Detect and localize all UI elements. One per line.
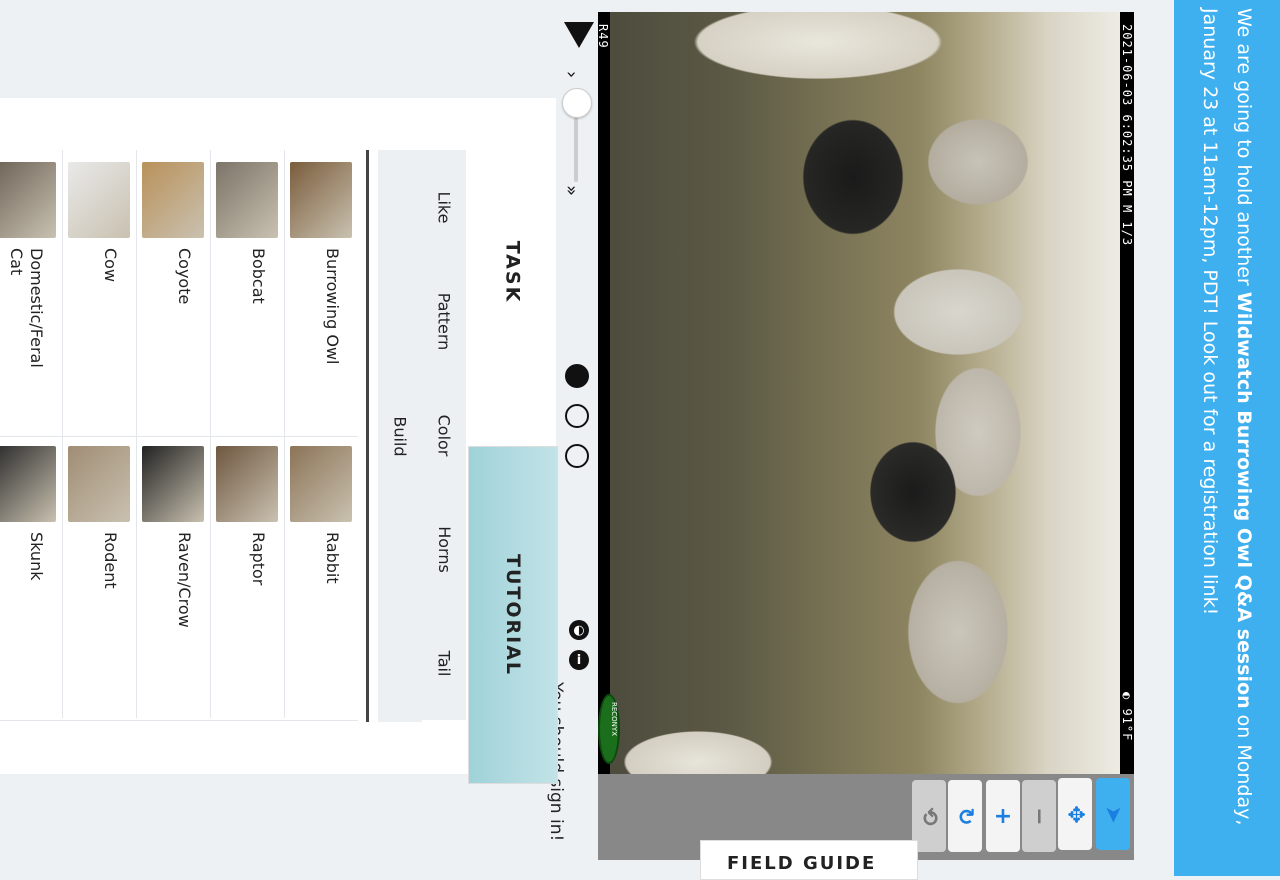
- field-guide-button[interactable]: FIELD GUIDE: [700, 840, 918, 880]
- filter-divider: [366, 150, 369, 722]
- move-button[interactable]: ✥: [1058, 778, 1092, 850]
- filter-tail[interactable]: Tail: [422, 606, 466, 721]
- filter-build[interactable]: Build: [378, 150, 422, 722]
- speed-slider[interactable]: [558, 0, 598, 200]
- choice-label: Burrowing Owl: [323, 248, 342, 365]
- choice-thumbnail: [0, 446, 56, 522]
- image-info-strip-left: [598, 12, 610, 774]
- choice-thumbnail: [68, 162, 130, 238]
- announcement-link-text[interactable]: Wildwatch Burrowing Owl Q&A session: [1233, 292, 1255, 709]
- choice-raptor[interactable]: Raptor: [210, 436, 284, 721]
- zoom-in-button[interactable]: +: [986, 780, 1020, 852]
- choice-coyote[interactable]: Coyote: [136, 152, 210, 437]
- choice-thumbnail: [142, 162, 204, 238]
- tab-tutorial[interactable]: TUTORIAL: [468, 446, 558, 784]
- tab-task-label: TASK: [500, 240, 523, 304]
- choice-label: Rabbit: [323, 532, 342, 584]
- filter-color[interactable]: Color: [422, 378, 466, 493]
- tab-task[interactable]: TASK: [468, 98, 556, 446]
- zoom-out-icon: −: [1026, 806, 1052, 826]
- filter-color-label: Color: [434, 414, 454, 456]
- choice-domestic-feral-cat[interactable]: Domestic/Feral Cat: [0, 152, 62, 437]
- image-temperature: ◐ 91°F: [1120, 692, 1134, 742]
- filter-tail-label: Tail: [434, 650, 454, 676]
- zoom-in-icon: +: [993, 803, 1013, 829]
- choice-bobcat[interactable]: Bobcat: [210, 152, 284, 437]
- choice-label: Skunk: [27, 532, 46, 581]
- filter-like-label: Like: [434, 191, 454, 223]
- choice-thumbnail: [290, 446, 352, 522]
- speed-slider-handle[interactable]: [562, 88, 592, 118]
- choice-label: Raven/Crow: [175, 532, 194, 628]
- choice-thumbnail: [0, 162, 56, 238]
- choice-label: Rodent: [101, 532, 120, 589]
- camera-id: R49: [598, 24, 610, 49]
- frame-dot-2[interactable]: [565, 404, 589, 428]
- pointer-icon: ➤: [1100, 804, 1126, 824]
- choice-raven-crow[interactable]: Raven/Crow: [136, 436, 210, 721]
- pointer-button[interactable]: ➤: [1096, 778, 1130, 850]
- choice-rabbit[interactable]: Rabbit: [284, 436, 358, 721]
- choice-rodent[interactable]: Rodent: [62, 436, 136, 721]
- filter-pattern[interactable]: Pattern: [422, 264, 466, 379]
- choice-thumbnail: [216, 162, 278, 238]
- image-timestamp: 2021-06-03 6:02:35 PM M 1/3: [1120, 24, 1134, 247]
- choice-burrowing-owl[interactable]: Burrowing Owl: [284, 152, 358, 437]
- task-panel: TASK TUTORIAL Like Pattern Color Horns T…: [0, 98, 558, 784]
- theme-toggle-icon[interactable]: ◐: [569, 620, 589, 640]
- choice-thumbnail: [290, 162, 352, 238]
- filter-pattern-label: Pattern: [434, 292, 454, 350]
- choice-label: Bobcat: [249, 248, 268, 304]
- info-icon[interactable]: i: [569, 650, 589, 670]
- subject-image[interactable]: 2021-06-03 6:02:35 PM M 1/3 ◐ 91°F R49 R…: [598, 12, 1134, 774]
- reset-icon: ⟲: [916, 806, 942, 826]
- zoom-out-button[interactable]: −: [1022, 780, 1056, 852]
- choice-thumbnail: [68, 446, 130, 522]
- choice-label: Cow: [101, 248, 120, 283]
- announcement-text: We are going to hold another Wildwatch B…: [1193, 8, 1261, 868]
- field-guide-label: FIELD GUIDE: [727, 853, 877, 874]
- choice-cow[interactable]: Cow: [62, 152, 136, 437]
- speed-faster-icon[interactable]: »: [561, 185, 582, 196]
- announcement-pre: We are going to hold another: [1233, 8, 1255, 292]
- move-icon: ✥: [1062, 804, 1088, 824]
- choice-label: Domestic/Feral Cat: [7, 248, 46, 368]
- tab-tutorial-label: TUTORIAL: [502, 553, 525, 677]
- filter-horns[interactable]: Horns: [422, 492, 466, 607]
- task-tabs: TASK TUTORIAL: [468, 98, 558, 784]
- frame-dot-1[interactable]: [565, 364, 589, 388]
- choice-skunk[interactable]: Skunk: [0, 436, 62, 721]
- choice-thumbnail: [142, 446, 204, 522]
- choice-label: Coyote: [175, 248, 194, 305]
- choice-label: Raptor: [249, 532, 268, 586]
- rotate-icon: ↻: [952, 806, 978, 826]
- announcement-banner: We are going to hold another Wildwatch B…: [1174, 0, 1280, 876]
- choice-thumbnail: [216, 446, 278, 522]
- filter-build-label: Build: [390, 415, 410, 457]
- frame-dot-3[interactable]: [565, 444, 589, 468]
- reconyx-logo: RECONYX: [598, 694, 620, 764]
- reconyx-logo-text: RECONYX: [610, 702, 618, 736]
- filter-horns-label: Horns: [434, 525, 454, 573]
- rotate-button[interactable]: ↻: [948, 780, 982, 852]
- filter-like[interactable]: Like: [422, 150, 466, 265]
- filter-bar: Like Pattern Color Horns Tail Build: [378, 150, 466, 722]
